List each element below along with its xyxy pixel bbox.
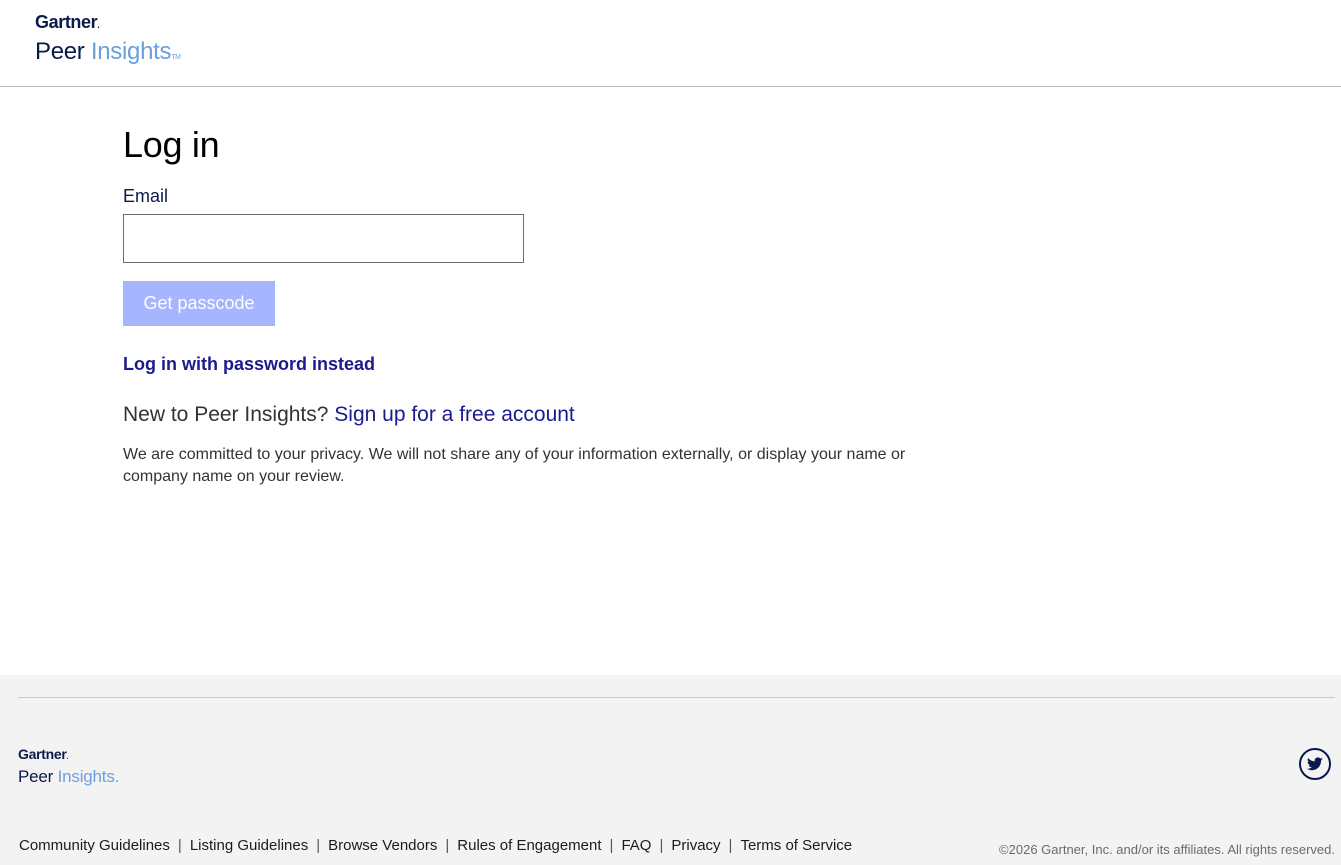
footer-separator: |: [445, 837, 450, 854]
footer-separator: |: [728, 837, 733, 854]
footer-separator: |: [659, 837, 664, 854]
footer-logo-insights: Insights: [57, 767, 115, 786]
footer-logo-product: Peer Insights.: [18, 767, 120, 786]
footer-link-community-guidelines[interactable]: Community Guidelines: [19, 837, 170, 854]
logo-brand: Gartner.: [35, 12, 100, 32]
signup-link[interactable]: Sign up for a free account: [334, 403, 575, 426]
footer-separator: |: [177, 837, 182, 854]
get-passcode-button[interactable]: Get passcode: [123, 281, 275, 326]
footer-separator: |: [609, 837, 614, 854]
gartner-peer-insights-logo[interactable]: Gartner. Peer InsightsTM: [35, 12, 181, 72]
footer-logo[interactable]: Gartner. Peer Insights.: [18, 746, 119, 787]
page-title: Log in: [123, 124, 220, 165]
email-field[interactable]: [123, 214, 524, 263]
twitter-link[interactable]: [1299, 748, 1331, 780]
footer-logo-peer: Peer: [18, 767, 58, 786]
signup-prompt-text: New to Peer Insights?: [123, 403, 329, 426]
logo-brand-text: Gartner: [35, 12, 98, 32]
site-header: Gartner. Peer InsightsTM: [0, 0, 1341, 87]
logo-product-peer: Peer: [35, 38, 91, 65]
privacy-notice: We are committed to your privacy. We wil…: [123, 446, 906, 485]
footer-link-listing-guidelines[interactable]: Listing Guidelines: [190, 837, 308, 854]
email-label: Email: [123, 186, 169, 206]
login-with-password-link[interactable]: Log in with password instead: [123, 353, 375, 375]
logo-product: Peer InsightsTM: [35, 38, 181, 72]
site-footer: Gartner. Peer Insights. Community Guidel…: [0, 675, 1341, 865]
footer-link-rules-of-engagement[interactable]: Rules of Engagement: [457, 837, 601, 854]
copyright-text: ©2026 Gartner, Inc. and/or its affiliate…: [999, 842, 1335, 857]
twitter-icon: [1307, 757, 1323, 771]
footer-divider: [18, 697, 1335, 698]
footer-link-privacy[interactable]: Privacy: [671, 837, 720, 854]
trademark-mark: TM: [171, 54, 181, 61]
footer-logo-brand-text: Gartner: [18, 746, 67, 762]
footer-link-terms-of-service[interactable]: Terms of Service: [740, 837, 852, 854]
signup-prompt: New to Peer Insights? Sign up for a free…: [123, 402, 575, 428]
logo-product-insights: Insights: [90, 38, 172, 65]
footer-link-browse-vendors[interactable]: Browse Vendors: [328, 837, 437, 854]
footer-links: Community Guidelines | Listing Guidelines |…: [19, 837, 852, 855]
footer-link-faq[interactable]: FAQ: [621, 837, 651, 854]
footer-separator: |: [316, 837, 321, 854]
footer-logo-brand: Gartner.: [18, 746, 69, 762]
